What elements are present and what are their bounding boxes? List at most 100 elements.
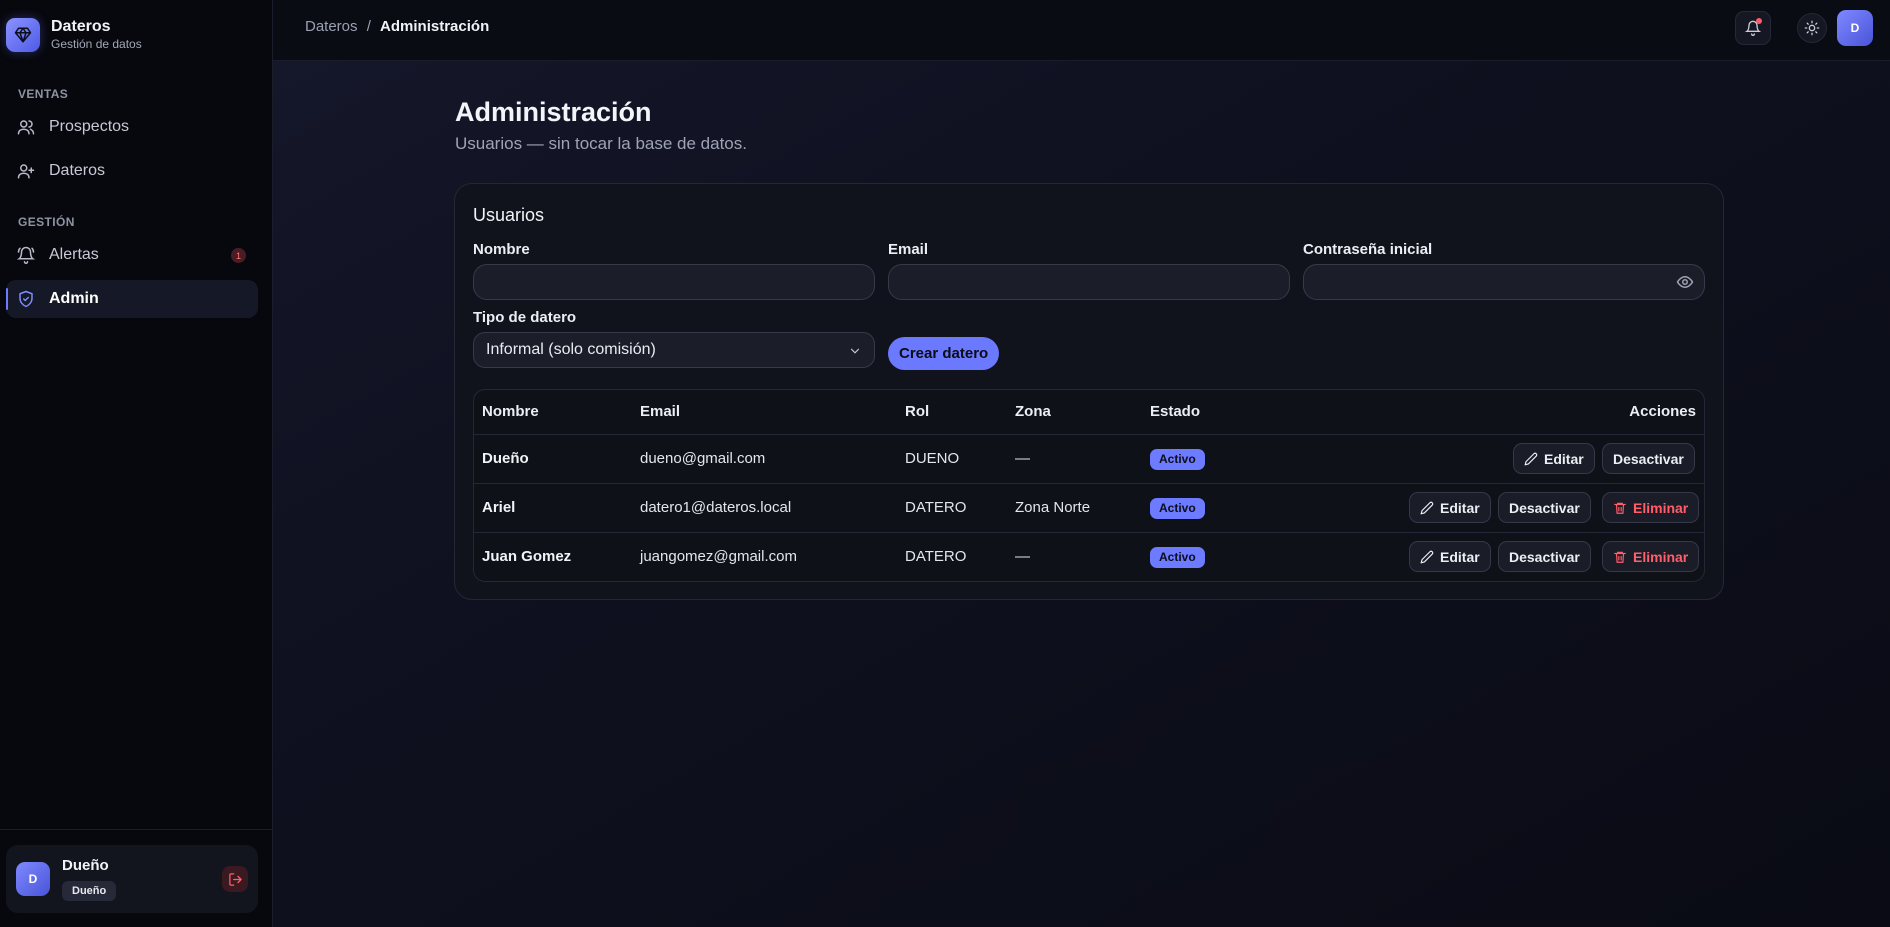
sun-icon [1804, 20, 1820, 36]
theme-toggle-button[interactable] [1797, 13, 1827, 43]
brand-title: Dateros [51, 18, 111, 35]
card-title: Usuarios [473, 205, 545, 225]
cell-zone: — [1015, 548, 1030, 565]
cell-email: dueno@gmail.com [640, 450, 766, 467]
cell-name: Juan Gomez [482, 548, 572, 565]
notification-dot [1756, 18, 1762, 24]
delete-button[interactable]: Eliminar [1602, 541, 1700, 572]
trash-icon [1614, 551, 1626, 563]
shield-icon [17, 290, 35, 308]
user-role-badge: Dueño [62, 881, 117, 901]
pencil-icon [1420, 501, 1434, 514]
col-header-email: Email [640, 403, 681, 420]
cell-zone: — [1015, 450, 1030, 467]
sidebar-item-label: Alertas [49, 246, 99, 263]
breadcrumb-current: Administración [380, 18, 490, 35]
breadcrumb-parent[interactable]: Dateros [305, 18, 358, 35]
chevron-down-icon [848, 344, 862, 358]
email-input[interactable] [888, 264, 1290, 300]
delete-label: Eliminar [1633, 499, 1689, 516]
name-input[interactable] [473, 264, 875, 300]
datero-type-select[interactable]: Informal (solo comisión) [473, 332, 875, 368]
status-badge: Activo [1150, 449, 1205, 470]
page-subtitle: Usuarios — sin tocar la base de datos. [455, 134, 747, 153]
table-row: Dueño dueno@gmail.com DUENO — Activo Edi… [474, 434, 1704, 483]
section-label-ventas: VENTAS [18, 87, 69, 101]
logout-button[interactable] [222, 866, 248, 892]
table-row: Juan Gomez juangomez@gmail.com DATERO — … [474, 532, 1704, 581]
delete-label: Eliminar [1633, 548, 1689, 565]
deactivate-button[interactable]: Desactivar [1602, 443, 1695, 474]
cell-name: Dueño [482, 450, 529, 467]
users-card: Usuarios Nombre Email Contraseña inicial… [454, 183, 1724, 600]
sidebar-item-label: Admin [49, 290, 99, 307]
password-input[interactable] [1303, 264, 1705, 300]
user-name: Dueño [62, 857, 109, 874]
col-header-role: Rol [905, 403, 930, 420]
section-label-gestion: GESTIÓN [18, 215, 75, 229]
brand-subtitle: Gestión de datos [51, 37, 142, 51]
col-header-zone: Zona [1015, 403, 1051, 420]
sidebar-item-admin[interactable]: Admin [6, 280, 258, 318]
sidebar-item-prospectos[interactable]: Prospectos [6, 108, 258, 146]
breadcrumb: Dateros / Administración [305, 18, 489, 35]
edit-button[interactable]: Editar [1513, 443, 1595, 474]
sidebar-item-alertas[interactable]: Alertas 1 [6, 236, 258, 274]
logout-icon [228, 872, 243, 887]
password-label: Contraseña inicial [1303, 241, 1433, 258]
deactivate-label: Desactivar [1509, 548, 1580, 565]
delete-button[interactable]: Eliminar [1602, 492, 1700, 523]
col-header-name: Nombre [482, 403, 539, 420]
top-header: Dateros / Administración D [273, 0, 1890, 61]
table-row: Ariel datero1@dateros.local DATERO Zona … [474, 483, 1704, 532]
cell-role: DUENO [905, 450, 960, 467]
pencil-icon [1524, 452, 1538, 465]
edit-button[interactable]: Editar [1409, 492, 1491, 523]
edit-button[interactable]: Editar [1409, 541, 1491, 572]
deactivate-button[interactable]: Desactivar [1498, 541, 1591, 572]
cell-email: datero1@dateros.local [640, 499, 792, 516]
col-header-actions: Acciones [1629, 403, 1696, 420]
edit-label: Editar [1440, 499, 1480, 516]
deactivate-label: Desactivar [1509, 499, 1580, 516]
deactivate-label: Desactivar [1613, 450, 1684, 467]
user-card: D Dueño Dueño [6, 845, 258, 913]
status-badge: Activo [1150, 498, 1205, 519]
sidebar: Dateros Gestión de datos VENTAS Prospect… [0, 0, 273, 927]
sidebar-item-label: Prospectos [49, 118, 130, 135]
cell-role: DATERO [905, 499, 967, 516]
main-content: Administración Usuarios — sin tocar la b… [273, 61, 1890, 927]
brand[interactable]: Dateros Gestión de datos [6, 17, 142, 52]
diamond-icon [6, 17, 40, 52]
edit-label: Editar [1440, 548, 1480, 565]
sidebar-item-label: Dateros [49, 162, 106, 179]
sidebar-item-dateros[interactable]: Dateros [6, 152, 258, 190]
cell-role: DATERO [905, 548, 967, 565]
user-plus-icon [17, 162, 35, 180]
avatar[interactable]: D [1837, 10, 1873, 46]
avatar[interactable]: D [16, 862, 50, 896]
status-badge: Activo [1150, 547, 1205, 568]
trash-icon [1614, 502, 1626, 514]
users-table: Nombre Email Rol Zona Estado Acciones Du… [473, 389, 1705, 582]
breadcrumb-separator: / [366, 18, 371, 35]
cell-email: juangomez@gmail.com [640, 548, 797, 565]
deactivate-button[interactable]: Desactivar [1498, 492, 1591, 523]
edit-label: Editar [1544, 450, 1584, 467]
users-icon [17, 118, 35, 136]
notifications-button[interactable] [1735, 11, 1771, 45]
cell-zone: Zona Norte [1015, 499, 1091, 516]
page-title: Administración [455, 97, 652, 127]
eye-icon[interactable] [1675, 272, 1695, 292]
bell-icon [17, 246, 35, 264]
type-label: Tipo de datero [473, 309, 577, 326]
alert-count-badge: 1 [231, 248, 246, 263]
create-datero-button[interactable]: Crear datero [888, 337, 1000, 370]
col-header-status: Estado [1150, 403, 1201, 420]
pencil-icon [1420, 550, 1434, 563]
select-value: Informal (solo comisión) [486, 341, 656, 358]
cell-name: Ariel [482, 499, 516, 516]
sidebar-footer: D Dueño Dueño [0, 829, 273, 927]
email-label: Email [888, 241, 929, 258]
name-label: Nombre [473, 241, 530, 258]
